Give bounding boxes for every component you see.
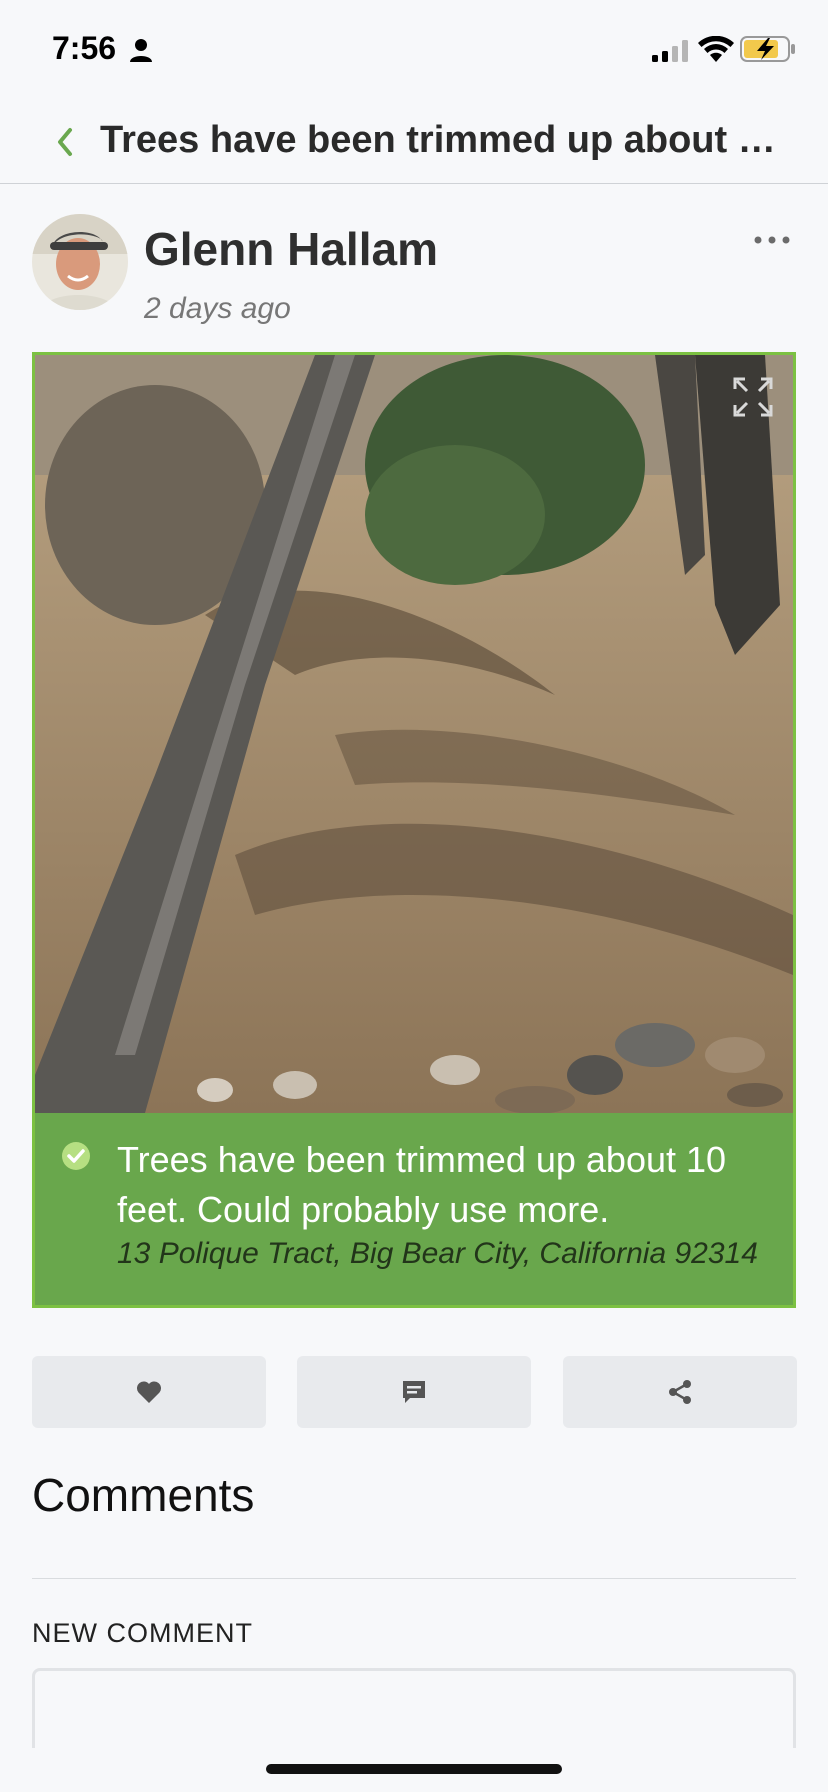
caption-area: Trees have been trimmed up about 10 feet… bbox=[35, 1113, 793, 1305]
post-address[interactable]: 13 Polique Tract, Big Bear City, Califor… bbox=[117, 1237, 767, 1271]
comment-icon bbox=[403, 1381, 425, 1403]
post-timestamp: 2 days ago bbox=[144, 292, 291, 325]
status-time: 7:56 bbox=[52, 30, 117, 66]
more-options-icon[interactable] bbox=[752, 228, 792, 252]
share-icon bbox=[669, 1380, 691, 1404]
post-caption: Trees have been trimmed up about 10 feet… bbox=[117, 1139, 727, 1230]
like-button[interactable] bbox=[32, 1356, 266, 1428]
expand-icon[interactable] bbox=[731, 375, 775, 419]
check-circle-icon bbox=[62, 1142, 90, 1170]
post-card: Trees have been trimmed up about 10 feet… bbox=[32, 352, 796, 1308]
wifi-icon bbox=[698, 36, 734, 62]
comment-input[interactable] bbox=[32, 1668, 796, 1748]
person-icon bbox=[130, 39, 152, 62]
page-title: Trees have been trimmed up about 10 feet… bbox=[100, 119, 790, 161]
signal-icon bbox=[652, 40, 688, 62]
post-photo[interactable] bbox=[35, 355, 793, 1113]
comments-heading: Comments bbox=[32, 1469, 255, 1521]
heart-icon bbox=[136, 1381, 162, 1403]
new-comment-label: NEW COMMENT bbox=[32, 1618, 253, 1648]
battery-charging-icon bbox=[740, 36, 795, 62]
status-bar: 7:56 bbox=[0, 0, 828, 100]
nav-header: Trees have been trimmed up about 10 feet… bbox=[0, 100, 828, 184]
comment-button[interactable] bbox=[297, 1356, 531, 1428]
share-button[interactable] bbox=[563, 1356, 797, 1428]
author-name[interactable]: Glenn Hallam bbox=[144, 222, 438, 276]
divider bbox=[32, 1578, 796, 1579]
avatar[interactable] bbox=[32, 214, 128, 310]
back-chevron-icon[interactable] bbox=[50, 124, 80, 160]
home-indicator[interactable] bbox=[266, 1764, 562, 1774]
